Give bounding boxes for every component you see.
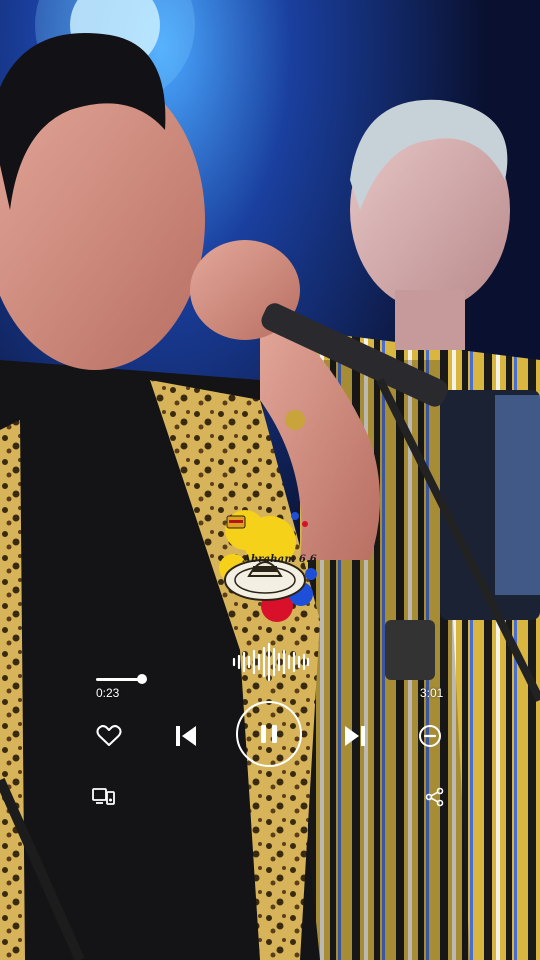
- progress-knob[interactable]: [137, 674, 147, 684]
- skip-next-icon: [345, 726, 365, 746]
- pause-icon: [261, 725, 277, 743]
- previous-button[interactable]: [172, 722, 200, 750]
- next-button[interactable]: [341, 722, 369, 750]
- pause-icon-wrap: [256, 721, 282, 747]
- like-button[interactable]: [94, 722, 124, 750]
- devices-icon: [92, 788, 115, 805]
- skip-previous-icon: [176, 726, 196, 746]
- progress-bar[interactable]: [96, 678, 142, 681]
- concert-photo: [0, 0, 540, 960]
- remove-button[interactable]: [416, 722, 444, 750]
- waveform-icon: [232, 642, 310, 682]
- share-button[interactable]: [423, 786, 447, 808]
- devices-button[interactable]: [91, 786, 117, 808]
- share-icon: [425, 787, 444, 807]
- total-time: 3:01: [420, 686, 444, 700]
- minus-circle-icon: [419, 725, 441, 747]
- channel-logo: Abraham 6.6: [215, 508, 325, 628]
- video-frame: Abraham 6.6 0:23 3:01: [0, 0, 540, 960]
- heart-icon: [96, 725, 122, 746]
- elapsed-time: 0:23: [96, 686, 120, 700]
- sombrero-vueltiao-icon: [219, 510, 317, 622]
- logo-text: Abraham 6.6: [243, 554, 317, 565]
